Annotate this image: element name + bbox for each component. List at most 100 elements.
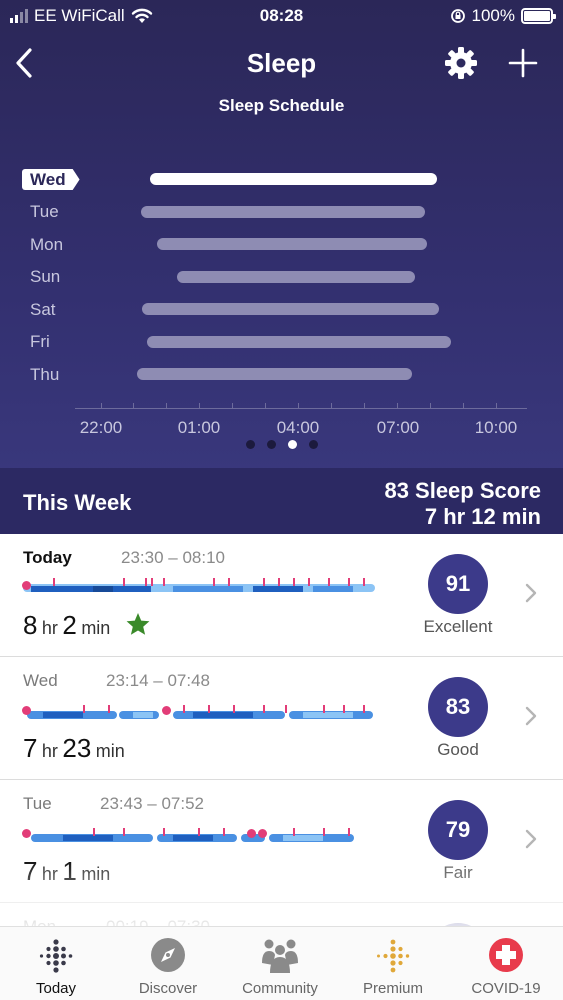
schedule-bar-active[interactable] [150, 173, 437, 185]
log-time-range: 00:19 – 07:30 [106, 917, 210, 926]
axis-tick [331, 403, 332, 409]
fitbit-dots-icon [39, 939, 73, 973]
sleep-stages-hypnogram [22, 703, 373, 723]
duration-minutes: 2 [62, 610, 77, 640]
log-time-range: 23:14 – 07:48 [106, 671, 210, 690]
status-bar: EE WiFiCall 08:28 100% [0, 0, 563, 34]
premium-dots-icon [377, 939, 410, 973]
sleep-stages-hypnogram [22, 826, 358, 846]
sleep-stages-hypnogram [22, 578, 375, 598]
sleep-log-row[interactable]: Today 23:30 – 08:10 8 hr 2 min 91 Excell… [0, 534, 563, 657]
axis-tick [133, 403, 134, 409]
tab-today[interactable]: Today [0, 927, 112, 1000]
axis-tick [232, 403, 233, 409]
tab-discover[interactable]: Discover [112, 927, 224, 1000]
duration-minutes: 1 [62, 856, 77, 886]
log-day: Tue [23, 794, 52, 813]
schedule-day-active[interactable]: Wed [22, 169, 80, 190]
page-indicator[interactable] [0, 440, 563, 449]
schedule-bar[interactable] [141, 206, 425, 218]
schedule-day-label: Thu [30, 365, 60, 384]
sleep-schedule-heading: Sleep Schedule [218, 96, 345, 115]
page-dot[interactable] [308, 440, 318, 449]
log-day: Today [23, 548, 72, 567]
tab-premium[interactable]: Premium [337, 927, 449, 1000]
log-time-range: 23:43 – 07:52 [100, 794, 204, 813]
add-plus-icon[interactable] [505, 45, 541, 81]
tab-label: Discover [138, 980, 198, 997]
page-dot[interactable] [266, 440, 276, 449]
battery-percent: 100% [471, 6, 515, 25]
people-icon [262, 939, 298, 973]
axis-label: 10:00 [474, 418, 518, 437]
this-week-title: This Week [23, 490, 132, 515]
axis-tick [397, 403, 398, 409]
duration-hr-unit: hr [41, 741, 58, 761]
duration-min-unit: min [81, 864, 111, 884]
duration-min-unit: min [81, 618, 111, 638]
schedule-day-label: Sat [30, 300, 56, 319]
weekly-sleep-score: 83 Sleep Score [384, 478, 541, 503]
battery-icon [521, 8, 556, 24]
duration-hours: 7 [23, 733, 38, 763]
duration-hours: 8 [23, 610, 38, 640]
tab-community[interactable]: Community [224, 927, 336, 1000]
schedule-bar[interactable] [137, 368, 412, 380]
duration-hr-unit: hr [41, 864, 58, 884]
axis-tick [101, 403, 102, 409]
tab-label: Today [35, 980, 77, 997]
tab-label: COVID-19 [471, 980, 541, 997]
sleep-log-row[interactable]: Tue 23:43 – 07:52 7 hr 1 min 79 Fair [0, 780, 563, 903]
chevron-right-icon[interactable] [524, 828, 538, 850]
page-dot-active[interactable] [287, 440, 297, 449]
log-day: Wed [23, 671, 58, 690]
sleep-log-row[interactable]: Wed 23:14 – 07:48 7 hr 23 min 83 Good [0, 657, 563, 780]
axis-tick [199, 403, 200, 409]
chevron-right-icon[interactable] [524, 582, 538, 604]
tab-covid-19[interactable]: COVID-19 [450, 927, 562, 1000]
time-axis [75, 408, 527, 409]
sleep-header-panel: EE WiFiCall 08:28 100% Sleep Sleep Sched… [0, 0, 563, 534]
sleep-score-badge: 79 [428, 800, 488, 860]
schedule-day-label: Sun [30, 267, 61, 286]
log-duration: 8 hr 2 min [23, 610, 151, 641]
schedule-bar[interactable] [177, 271, 415, 283]
log-duration: 7 hr 1 min [23, 856, 110, 887]
sleep-score-badge: 83 [428, 677, 488, 737]
orientation-lock-icon [450, 9, 465, 23]
axis-tick [364, 403, 365, 409]
axis-tick [166, 403, 167, 409]
sleep-log-row[interactable]: Mon 00:19 – 07:30 [0, 903, 563, 926]
red-cross-icon [489, 938, 523, 972]
log-day: Mon [23, 917, 56, 926]
compass-icon [151, 938, 185, 972]
schedule-bar[interactable] [157, 238, 427, 250]
sleep-log-list[interactable]: Today 23:30 – 08:10 8 hr 2 min 91 Excell… [0, 534, 563, 926]
tab-label: Community [242, 980, 318, 997]
page-dot[interactable] [245, 440, 255, 449]
chevron-right-icon[interactable] [524, 705, 538, 727]
gear-icon[interactable] [442, 44, 480, 82]
sleep-score-label: Good [437, 740, 479, 759]
duration-minutes: 23 [62, 733, 92, 763]
axis-label: 22:00 [79, 418, 123, 437]
log-duration: 7 hr 23 min [23, 733, 125, 764]
schedule-day-label: Mon [30, 235, 64, 254]
goal-star-icon [126, 613, 150, 635]
this-week-summary: This Week 83 Sleep Score 7 hr 12 min [0, 468, 563, 534]
sleep-score-label: Excellent [423, 617, 493, 636]
axis-tick [298, 403, 299, 409]
duration-min-unit: min [95, 741, 125, 761]
axis-label: 04:00 [276, 418, 320, 437]
log-time-range: 23:30 – 08:10 [121, 548, 225, 567]
axis-tick [430, 403, 431, 409]
axis-tick [496, 403, 497, 409]
axis-label: 01:00 [177, 418, 221, 437]
axis-tick [265, 403, 266, 409]
weekly-avg-duration: 7 hr 12 min [424, 504, 541, 529]
schedule-bar[interactable] [147, 336, 451, 348]
axis-tick [463, 403, 464, 409]
axis-label: 07:00 [376, 418, 420, 437]
sleep-score-label: Fair [443, 863, 473, 882]
schedule-bar[interactable] [142, 303, 439, 315]
